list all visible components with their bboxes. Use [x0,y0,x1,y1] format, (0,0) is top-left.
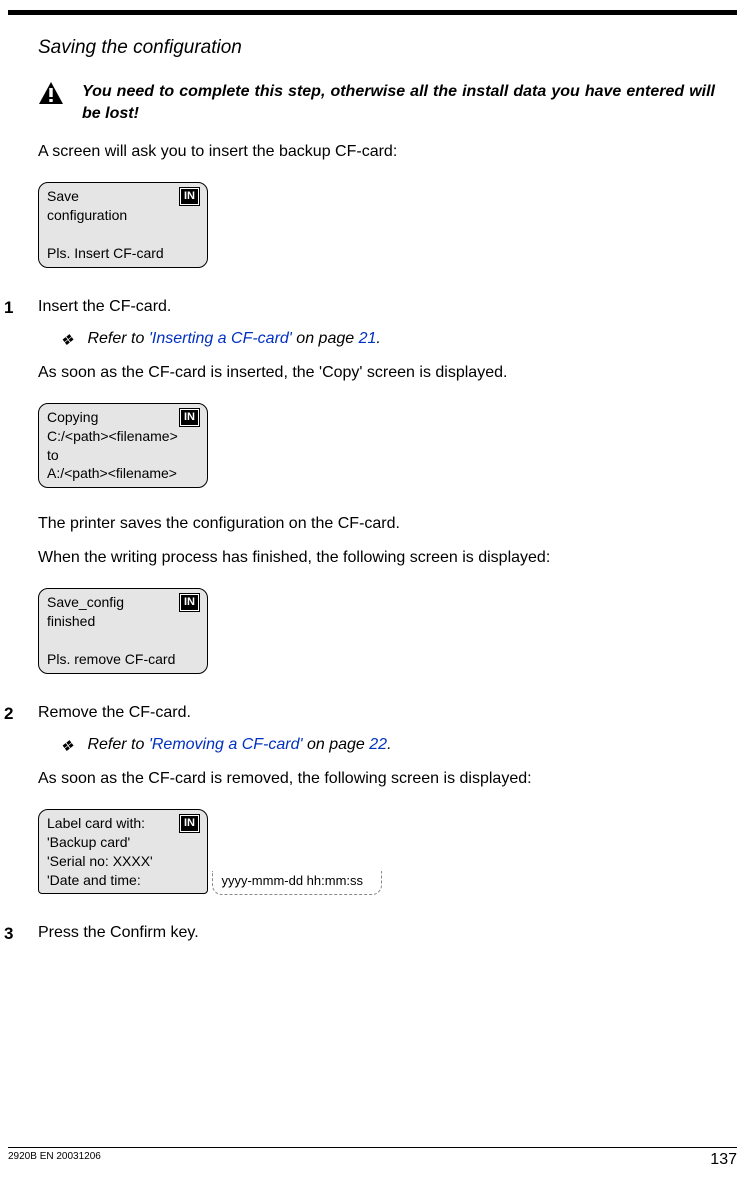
step-text: Remove the CF-card. [38,704,715,722]
screen-line: configuration [47,207,127,223]
after-insert-text: As soon as the CF-card is inserted, the … [38,361,715,385]
step-text: Insert the CF-card. [38,298,715,316]
screen-line: to [47,447,59,463]
page-content: Saving the configuration You need to com… [0,15,745,944]
screen-line: finished [47,613,95,629]
in-badge: IN [180,188,199,205]
screen-line: Copying [47,409,98,425]
screen-copying: IN Copying C:/<path><filename> to A:/<pa… [38,395,715,503]
screen-line: A:/<path><filename> [47,465,177,481]
refer-middle: on page [292,330,359,347]
footer-page-number: 137 [710,1151,737,1169]
refer-link[interactable]: 'Removing a CF-card' [149,736,303,753]
screen-label-card: IN Label card with: 'Backup card' 'Seria… [38,801,715,909]
step-1: 1 Insert the CF-card. [4,298,715,318]
refer-middle: on page [303,736,370,753]
page-footer: 2920B EN 20031206 137 [8,1147,737,1169]
step-number: 2 [4,704,38,724]
section-title: Saving the configuration [38,37,715,59]
when-finished-text: When the writing process has finished, t… [38,546,715,570]
screen-line: 'Serial no: XXXX' [47,853,153,869]
in-badge: IN [180,594,199,611]
screen-line: 'Date and time: [47,872,141,888]
screen-line: 'Backup card' [47,834,130,850]
screen-finished: IN Save_config finished Pls. remove CF-c… [38,580,715,688]
step-number: 3 [4,924,38,944]
step-number: 1 [4,298,38,318]
intro-text: A screen will ask you to insert the back… [38,140,715,164]
refer-page[interactable]: 22 [369,736,387,753]
footer-doc-id: 2920B EN 20031206 [8,1151,101,1169]
in-badge: IN [180,409,199,426]
refer-prefix: Refer to [87,736,148,753]
step-3: 3 Press the Confirm key. [4,924,715,944]
warning-icon [38,81,64,110]
screen-line: C:/<path><filename> [47,428,178,444]
refer-page[interactable]: 21 [359,330,377,347]
screen-line: Label card with: [47,815,145,831]
step-text: Press the Confirm key. [38,924,715,942]
after-remove-text: As soon as the CF-card is removed, the f… [38,767,715,791]
refer-inserting: ❖ Refer to 'Inserting a CF-card' on page… [60,330,715,351]
screen-line: Pls. remove CF-card [47,651,175,667]
screen-line: Save [47,188,79,204]
warning-block: You need to complete this step, otherwis… [38,81,715,124]
printer-saves-text: The printer saves the configuration on t… [38,512,715,536]
screen-ext-line: yyyy-mmm-dd hh:mm:ss [212,871,382,895]
refer-link[interactable]: 'Inserting a CF-card' [149,330,292,347]
screen-line: Save_config [47,594,124,610]
bullet-icon: ❖ [60,330,73,351]
refer-prefix: Refer to [87,330,148,347]
refer-suffix: . [376,330,380,347]
screen-line [47,226,51,242]
bullet-icon: ❖ [60,736,73,757]
screen-line [47,632,51,648]
screen-save-config: IN Save configuration Pls. Insert CF-car… [38,174,715,282]
screen-line: Pls. Insert CF-card [47,245,164,261]
refer-removing: ❖ Refer to 'Removing a CF-card' on page … [60,736,715,757]
in-badge: IN [180,815,199,832]
warning-text: You need to complete this step, otherwis… [82,81,715,124]
step-2: 2 Remove the CF-card. [4,704,715,724]
refer-suffix: . [387,736,391,753]
